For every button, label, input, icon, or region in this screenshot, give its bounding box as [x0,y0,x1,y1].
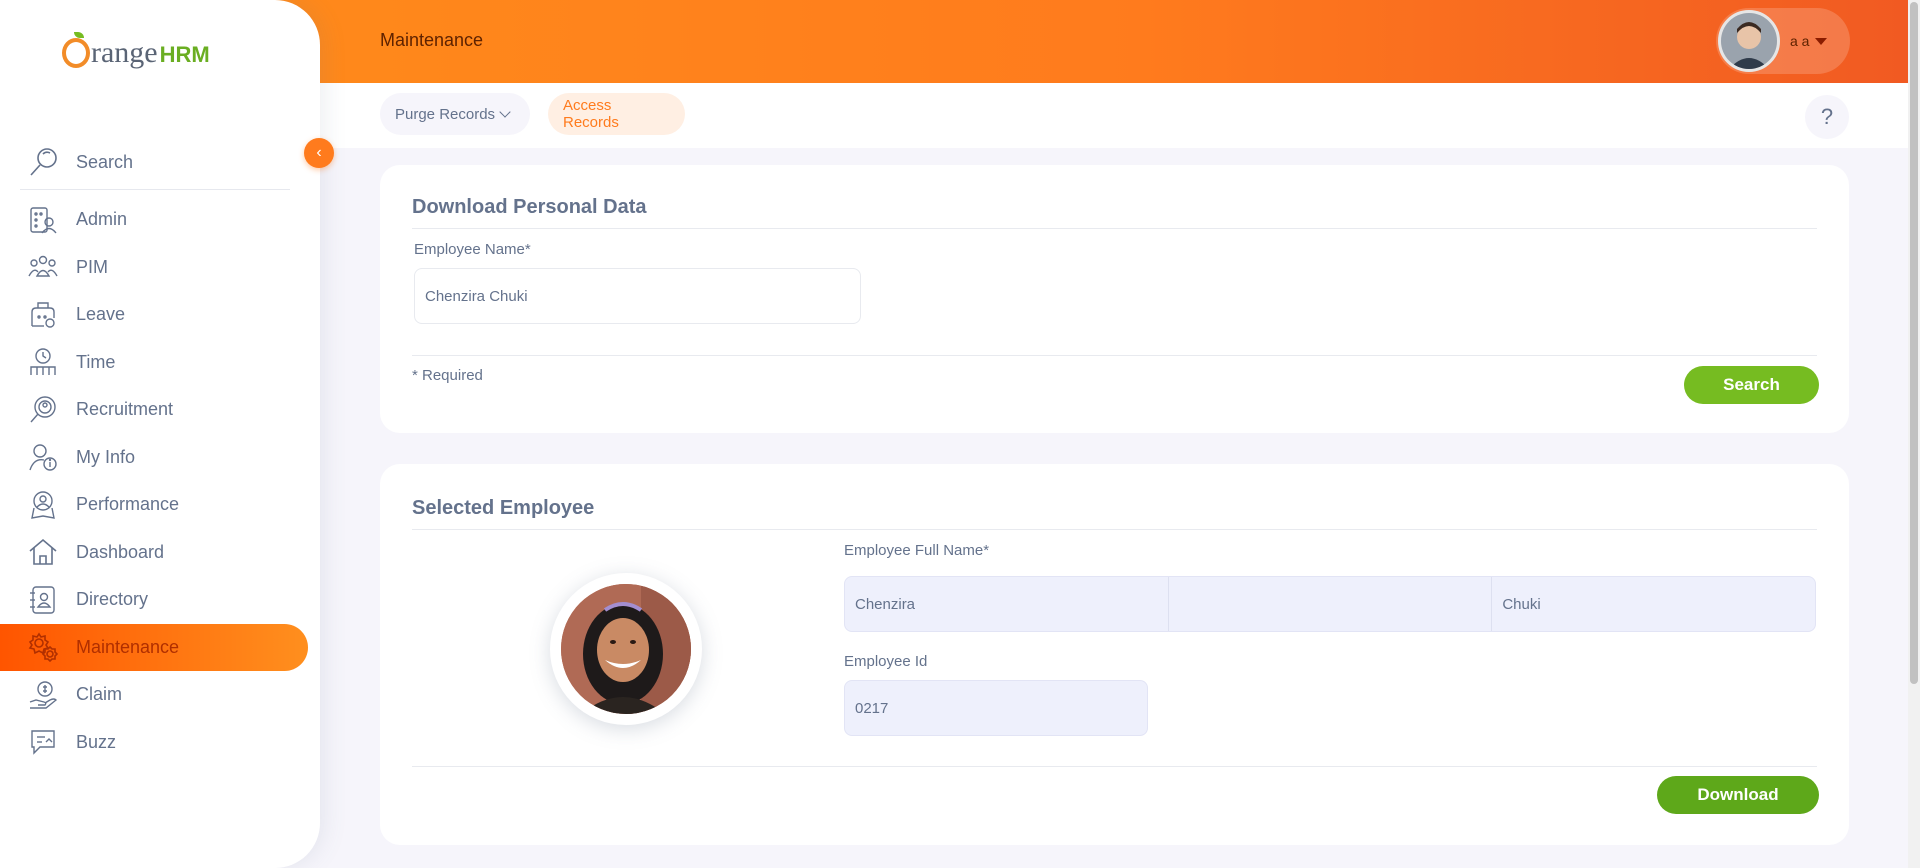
divider [412,228,1817,229]
sidebar-item-label: Maintenance [76,636,180,657]
sidebar-item-recruitment[interactable]: Recruitment [0,386,308,434]
sidebar-item-label: My Info [76,446,136,467]
sidebar-item-claim[interactable]: Claim [0,671,308,719]
chevron-down-icon [499,106,511,118]
card-title: Download Personal Data [412,196,647,218]
sidebar-item-my-info[interactable]: My Info [0,434,308,482]
sidebar-item-label: Directory [76,589,149,610]
sidebar-item-label: Recruitment [76,399,174,420]
tab-purge-records[interactable]: Purge Records [380,93,530,135]
leave-icon [31,302,55,328]
orange-logo-icon [62,32,90,68]
brand-word: range [91,36,158,69]
maintenance-icon [28,632,58,663]
employee-id-value: 0217 [855,699,889,717]
download-button[interactable]: Download [1657,776,1819,814]
sidebar-item-label: PIM [76,256,109,277]
download-personal-data-card: Download Personal Data Employee Name* Ch… [380,165,1849,433]
sidebar-item-label: Leave [76,304,126,325]
employee-full-name-label: Employee Full Name* [844,542,990,559]
employee-name-label: Employee Name* [414,241,531,258]
user-name: a a [1790,33,1810,49]
divider [412,766,1817,767]
sidebar-item-maintenance[interactable]: Maintenance [0,623,308,671]
my-info-icon [29,444,57,471]
card-title: Selected Employee [412,497,595,519]
employee-name-value: Chenzira Chuki [425,287,528,305]
sidebar-item-label: Admin [76,209,128,230]
divider [412,529,1817,530]
recruitment-icon [30,396,56,423]
employee-photo [561,584,691,714]
employee-id-field[interactable]: 0217 [844,680,1148,736]
search-icon [30,147,57,176]
sidebar-search-input[interactable] [76,152,276,173]
caret-down-icon [1815,37,1828,45]
scrollbar-thumb[interactable] [1910,2,1918,684]
employee-photo-frame [550,573,702,725]
help-button[interactable]: ? [1805,95,1849,139]
sub-navigation: Purge Records Access Records ? [320,83,1908,148]
employee-name-input[interactable]: Chenzira Chuki [414,268,861,324]
tab-label: Access Records [563,97,619,131]
divider [412,355,1817,356]
brand-logo[interactable]: range HRM [62,32,210,69]
employee-full-name-fields: Chenzira Chuki [844,576,1816,632]
sidebar-item-admin[interactable]: Admin [0,196,308,244]
required-note: * Required [412,367,483,384]
sidebar-item-buzz[interactable]: Buzz [0,719,308,767]
sidebar-item-label: Dashboard [76,541,165,562]
sidebar-item-performance[interactable]: Performance [0,481,308,529]
sidebar-item-label: Performance [76,494,180,515]
claim-icon [29,681,58,709]
dashboard-icon [29,539,57,566]
time-icon [30,348,56,376]
pim-icon [28,256,58,277]
search-button[interactable]: Search [1684,366,1819,404]
buzz-icon [31,730,55,755]
last-name-value: Chuki [1502,595,1541,613]
sidebar-item-label: Time [76,351,116,372]
sidebar-item-label: Buzz [76,731,117,752]
user-dropdown[interactable]: a a [1716,8,1850,74]
first-name-field[interactable]: Chenzira [845,577,1169,631]
sidebar-item-directory[interactable]: Directory [0,576,308,624]
sidebar-item-label: Claim [76,684,123,705]
tab-label: Purge Records [395,105,496,123]
chevron-left-icon: ‹ [316,144,322,161]
sidebar: range HRM Admin PIM [0,0,320,868]
user-avatar [1718,10,1780,72]
sidebar-item-leave[interactable]: Leave [0,291,308,339]
sidebar-item-pim[interactable]: PIM [0,244,308,292]
tab-access-records[interactable]: Access Records [548,93,685,135]
middle-name-field[interactable] [1169,577,1493,631]
admin-icon [30,207,57,234]
directory-icon [30,586,55,614]
page-title: Maintenance [380,30,484,50]
page-scrollbar[interactable] [1908,0,1920,868]
sidebar-item-dashboard[interactable]: Dashboard [0,529,308,577]
sidebar-item-time[interactable]: Time [0,339,308,387]
sidebar-search [20,136,290,190]
first-name-value: Chenzira [855,595,916,613]
help-icon: ? [1820,104,1834,129]
employee-id-label: Employee Id [844,653,928,670]
last-name-field[interactable]: Chuki [1492,577,1815,631]
collapse-sidebar-button[interactable]: ‹ [304,138,334,168]
performance-icon [31,491,55,519]
main-menu: Admin PIM Leave Time Recruitment My Info… [0,196,308,766]
brand-hrm: HRM [159,42,210,67]
selected-employee-card: Selected Employee Employee Full Name* Ch… [380,464,1849,845]
